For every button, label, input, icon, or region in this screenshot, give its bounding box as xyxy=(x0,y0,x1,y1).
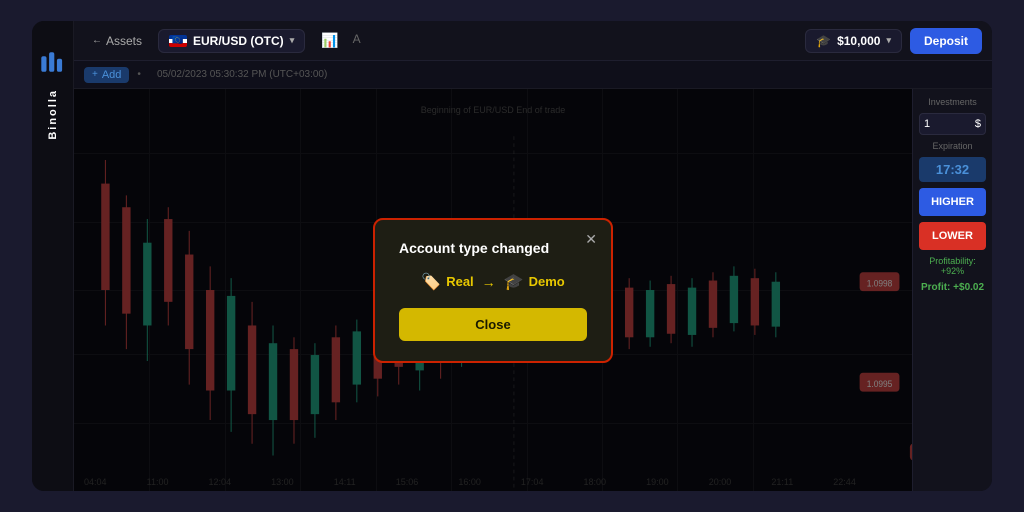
balance-value: $10,000 xyxy=(837,34,880,48)
content-area: ← Assets 🇪🇺 EUR/USD (OTC) ▾ 📊 A 🎓 $10,00… xyxy=(74,21,992,491)
currency-pair-label: EUR/USD (OTC) xyxy=(193,34,284,48)
datetime-label: 05/02/2023 05:30:32 PM (UTC+03:00) xyxy=(157,69,327,80)
arrow-left-icon: ← xyxy=(92,35,102,46)
profit-amount: Profit: +$0.02 xyxy=(919,282,986,293)
account-type-changed-dialog: Account type changed ✕ 🏷️ Real → 🎓 Demo xyxy=(373,218,613,363)
sub-header: + Add • 05/02/2023 05:30:32 PM (UTC+03:0… xyxy=(74,61,992,89)
expiration-display: 17:32 xyxy=(919,157,986,182)
close-modal-button[interactable]: Close xyxy=(399,308,587,341)
profitability-label: Profitability: +92% xyxy=(919,256,986,276)
investments-input[interactable]: 1 $ xyxy=(919,113,986,135)
to-account-label: Demo xyxy=(529,274,565,289)
real-account-icon: 🏷️ xyxy=(421,272,441,292)
top-header: ← Assets 🇪🇺 EUR/USD (OTC) ▾ 📊 A 🎓 $10,00… xyxy=(74,21,992,61)
plus-icon: + xyxy=(92,69,98,80)
modal-close-button[interactable]: ✕ xyxy=(585,232,597,246)
chevron-down-icon: ▾ xyxy=(290,35,295,46)
assets-label: Assets xyxy=(106,34,142,48)
investments-label: Investments xyxy=(919,97,986,107)
investments-currency: $ xyxy=(975,118,981,130)
from-account-type: 🏷️ Real xyxy=(421,272,473,292)
add-button[interactable]: + Add xyxy=(84,67,129,83)
modal-overlay: Account type changed ✕ 🏷️ Real → 🎓 Demo xyxy=(74,89,912,491)
investments-value: 1 xyxy=(924,118,930,130)
chart-sidebar-row: Beginning of EUR/USD End of trade xyxy=(74,89,992,491)
to-account-type: 🎓 Demo xyxy=(504,272,565,292)
deposit-button[interactable]: Deposit xyxy=(910,28,982,54)
assets-button[interactable]: ← Assets xyxy=(84,30,150,52)
modal-title: Account type changed xyxy=(399,240,587,256)
chevron-down-icon2: ▾ xyxy=(886,35,891,46)
brand-name: Binolla xyxy=(47,89,59,140)
demo-account-icon: 🎓 xyxy=(504,272,524,292)
chart-draw-icon[interactable]: A xyxy=(349,30,365,51)
lower-button[interactable]: LOWER xyxy=(919,222,986,250)
chart-area: Beginning of EUR/USD End of trade xyxy=(74,89,912,491)
account-change-row: 🏷️ Real → 🎓 Demo xyxy=(399,272,587,292)
add-label: Add xyxy=(102,69,122,81)
balance-button[interactable]: 🎓 $10,000 ▾ xyxy=(805,29,902,53)
brand-logo-icon xyxy=(40,51,66,77)
higher-button[interactable]: HIGHER xyxy=(919,188,986,216)
right-sidebar: Investments 1 $ Expiration 17:32 HIGHER … xyxy=(912,89,992,491)
main-container: Binolla ← Assets 🇪🇺 EUR/USD (OTC) ▾ 📊 A xyxy=(32,21,992,491)
chart-indicator-icon[interactable]: 📊 xyxy=(317,30,342,51)
currency-pair-button[interactable]: 🇪🇺 EUR/USD (OTC) ▾ xyxy=(158,29,305,53)
eur-flag-icon: 🇪🇺 xyxy=(169,35,187,47)
from-account-label: Real xyxy=(446,274,473,289)
expiration-label: Expiration xyxy=(919,141,986,151)
balance-icon: 🎓 xyxy=(816,34,831,48)
left-brand: Binolla xyxy=(32,21,74,491)
chart-tools: 📊 A xyxy=(317,30,364,51)
change-arrow-icon: → xyxy=(482,274,496,290)
